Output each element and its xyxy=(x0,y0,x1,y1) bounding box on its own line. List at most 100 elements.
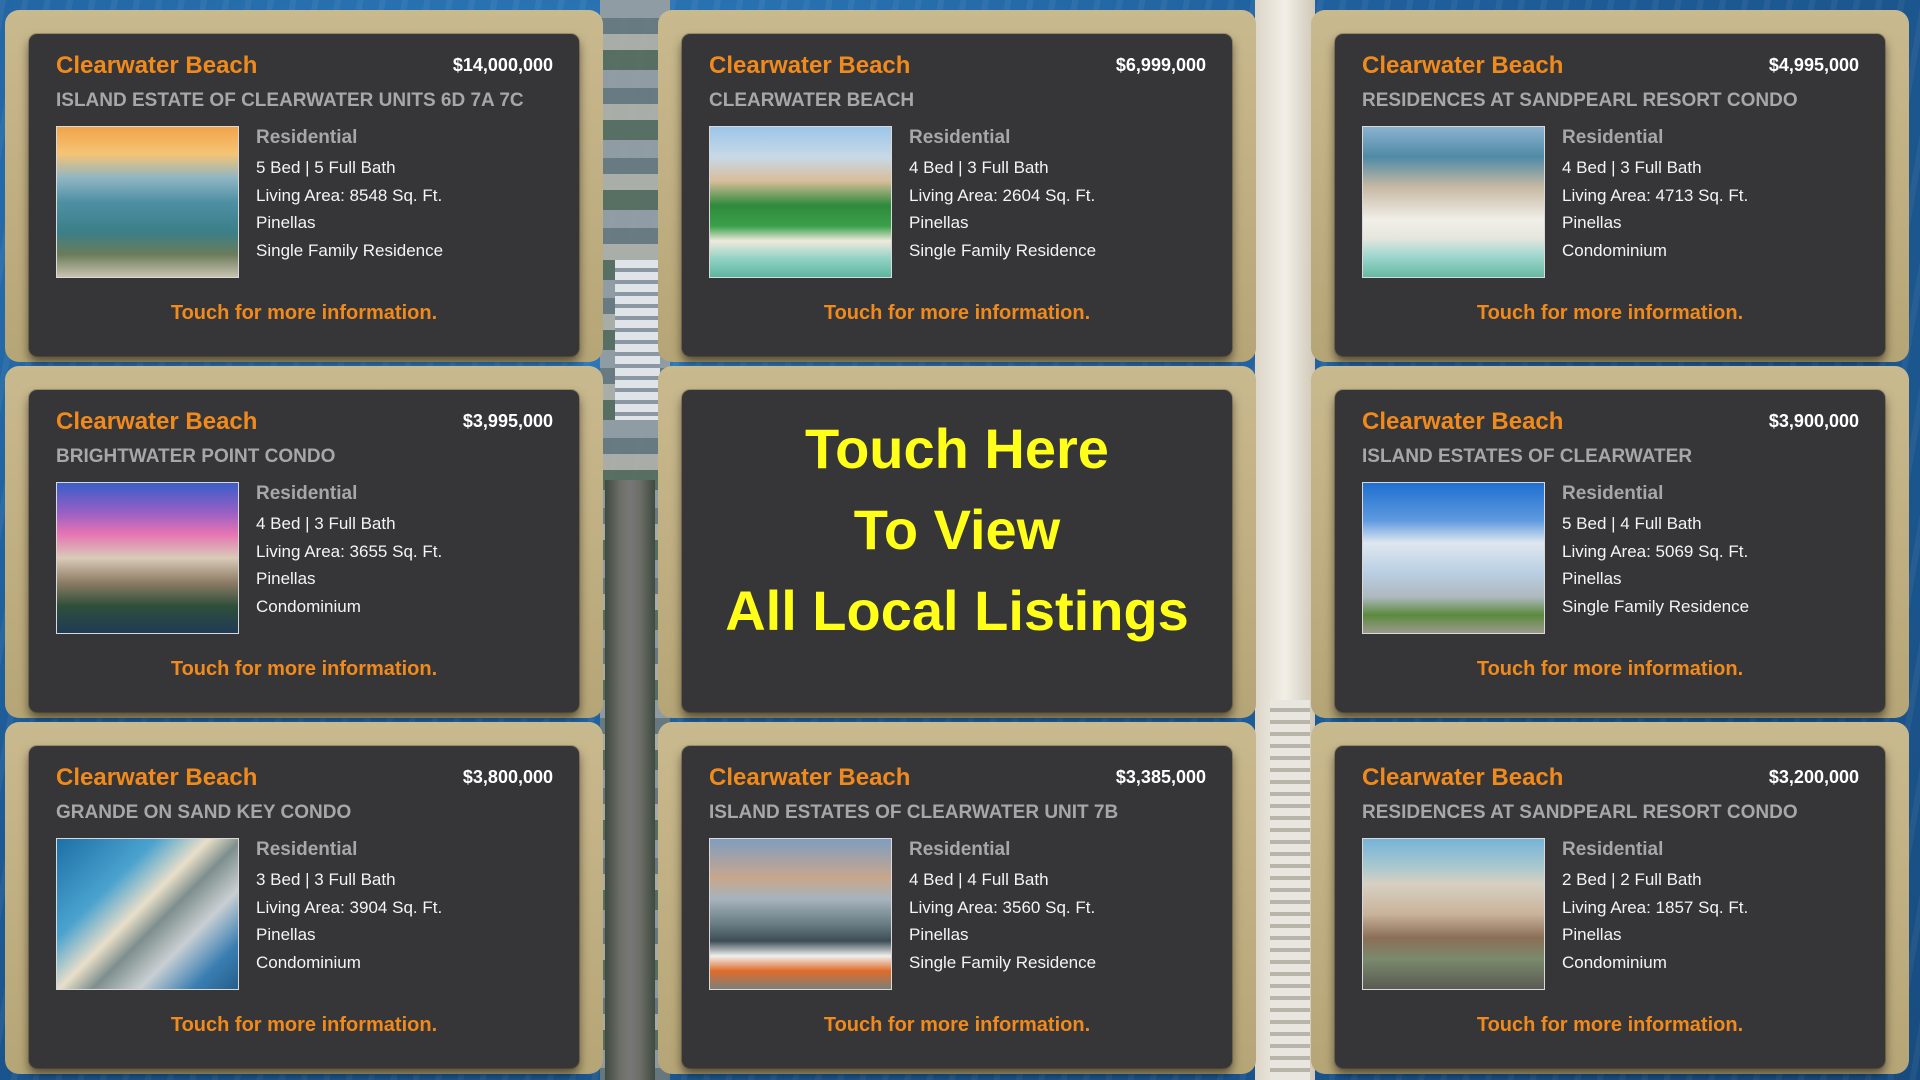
more-info-link[interactable]: Touch for more information. xyxy=(29,1014,579,1037)
listing-price: $3,900,000 xyxy=(1768,411,1859,431)
listing-living-area: Living Area: 3904 Sq. Ft. xyxy=(256,897,443,917)
listing-photo xyxy=(709,838,892,990)
listing-photo xyxy=(709,126,892,278)
listing-price: $4,995,000 xyxy=(1768,55,1859,75)
road-background xyxy=(605,480,655,1080)
listing-details: Residential 5 Bed | 4 Full Bath Living A… xyxy=(1562,482,1862,620)
listing-type: Residential xyxy=(256,127,358,148)
building-background xyxy=(615,260,660,420)
listing-photo xyxy=(1362,126,1545,278)
listing-subdivision: ISLAND ESTATE OF CLEARWATER UNITS 6D 7A … xyxy=(56,90,524,111)
more-info-link[interactable]: Touch for more information. xyxy=(1335,1014,1885,1037)
listing-property-type: Single Family Residence xyxy=(909,952,1097,972)
listing-subdivision: RESIDENCES AT SANDPEARL RESORT CONDO xyxy=(1362,802,1798,823)
listing-living-area: Living Area: 1857 Sq. Ft. xyxy=(1562,897,1749,917)
listing-card[interactable]: Clearwater Beach $3,900,000 ISLAND ESTAT… xyxy=(1311,366,1909,718)
view-all-listings-tile[interactable]: Touch Here To View All Local Listings xyxy=(658,366,1256,718)
listing-card[interactable]: Clearwater Beach $14,000,000 ISLAND ESTA… xyxy=(5,10,603,362)
listing-subdivision: CLEARWATER BEACH xyxy=(709,90,915,111)
listing-price: $3,800,000 xyxy=(462,767,553,787)
listing-subdivision: ISLAND ESTATES OF CLEARWATER UNIT 7B xyxy=(709,802,1119,823)
view-all-line-1: Touch Here xyxy=(805,417,1109,480)
more-info-link[interactable]: Touch for more information. xyxy=(682,1014,1232,1037)
listing-beds-baths: 4 Bed | 3 Full Bath xyxy=(909,158,1049,177)
tower-background xyxy=(1270,700,1310,1080)
listing-beds-baths: 2 Bed | 2 Full Bath xyxy=(1562,870,1702,889)
listing-photo xyxy=(56,482,239,634)
listing-details: Residential 5 Bed | 5 Full Bath Living A… xyxy=(256,126,556,264)
view-all-line-3: All Local Listings xyxy=(725,579,1189,642)
more-info-link[interactable]: Touch for more information. xyxy=(682,302,1232,325)
listing-city: Clearwater Beach xyxy=(709,764,911,791)
listing-beds-baths: 4 Bed | 3 Full Bath xyxy=(256,514,396,533)
listing-type: Residential xyxy=(909,839,1011,860)
listing-county: Pinellas xyxy=(909,213,969,232)
listing-beds-baths: 4 Bed | 4 Full Bath xyxy=(909,870,1049,889)
listing-details: Residential 4 Bed | 3 Full Bath Living A… xyxy=(256,482,556,620)
listing-photo xyxy=(56,126,239,278)
listing-photo xyxy=(1362,838,1545,990)
listing-living-area: Living Area: 3560 Sq. Ft. xyxy=(909,897,1096,917)
listing-living-area: Living Area: 5069 Sq. Ft. xyxy=(1562,541,1749,561)
listing-subdivision: BRIGHTWATER POINT CONDO xyxy=(56,446,336,467)
listing-price: $6,999,000 xyxy=(1115,55,1206,75)
listing-card[interactable]: Clearwater Beach $3,200,000 RESIDENCES A… xyxy=(1311,722,1909,1074)
listing-property-type: Single Family Residence xyxy=(1562,596,1750,616)
listing-price: $3,995,000 xyxy=(462,411,553,431)
listing-county: Pinellas xyxy=(256,213,316,232)
listing-photo xyxy=(56,838,239,990)
listing-type: Residential xyxy=(909,127,1011,148)
listing-details: Residential 4 Bed | 3 Full Bath Living A… xyxy=(909,126,1209,264)
listing-card[interactable]: Clearwater Beach $3,800,000 GRANDE ON SA… xyxy=(5,722,603,1074)
listing-beds-baths: 5 Bed | 4 Full Bath xyxy=(1562,514,1702,533)
listing-city: Clearwater Beach xyxy=(1362,408,1564,435)
listing-card[interactable]: Clearwater Beach $6,999,000 CLEARWATER B… xyxy=(658,10,1256,362)
listing-living-area: Living Area: 3655 Sq. Ft. xyxy=(256,541,443,561)
listing-city: Clearwater Beach xyxy=(709,52,911,79)
listing-county: Pinellas xyxy=(1562,569,1622,588)
view-all-line-2: To View xyxy=(853,498,1061,561)
listing-property-type: Condominium xyxy=(1562,240,1667,260)
listing-price: $3,385,000 xyxy=(1115,767,1206,787)
listing-subdivision: RESIDENCES AT SANDPEARL RESORT CONDO xyxy=(1362,90,1798,111)
listing-details: Residential 4 Bed | 3 Full Bath Living A… xyxy=(1562,126,1862,264)
listing-card[interactable]: Clearwater Beach $3,385,000 ISLAND ESTAT… xyxy=(658,722,1256,1074)
listing-county: Pinellas xyxy=(909,925,969,944)
more-info-link[interactable]: Touch for more information. xyxy=(29,658,579,681)
listing-card[interactable]: Clearwater Beach $3,995,000 BRIGHTWATER … xyxy=(5,366,603,718)
listing-subdivision: GRANDE ON SAND KEY CONDO xyxy=(56,802,352,823)
listing-photo xyxy=(1362,482,1545,634)
listing-details: Residential 4 Bed | 4 Full Bath Living A… xyxy=(909,838,1209,976)
view-all-listings-text[interactable]: Touch Here To View All Local Listings xyxy=(682,408,1232,651)
listing-subdivision: ISLAND ESTATES OF CLEARWATER xyxy=(1362,446,1693,467)
listing-type: Residential xyxy=(256,839,358,860)
listing-property-type: Single Family Residence xyxy=(909,240,1097,260)
listing-county: Pinellas xyxy=(256,925,316,944)
listing-beds-baths: 4 Bed | 3 Full Bath xyxy=(1562,158,1702,177)
listing-living-area: Living Area: 2604 Sq. Ft. xyxy=(909,185,1096,205)
listing-beds-baths: 3 Bed | 3 Full Bath xyxy=(256,870,396,889)
more-info-link[interactable]: Touch for more information. xyxy=(29,302,579,325)
listing-beds-baths: 5 Bed | 5 Full Bath xyxy=(256,158,396,177)
more-info-link[interactable]: Touch for more information. xyxy=(1335,302,1885,325)
listing-county: Pinellas xyxy=(1562,213,1622,232)
more-info-link[interactable]: Touch for more information. xyxy=(1335,658,1885,681)
listing-type: Residential xyxy=(1562,127,1664,148)
listing-city: Clearwater Beach xyxy=(56,52,258,79)
listing-living-area: Living Area: 8548 Sq. Ft. xyxy=(256,185,443,205)
listing-details: Residential 3 Bed | 3 Full Bath Living A… xyxy=(256,838,556,976)
listing-county: Pinellas xyxy=(1562,925,1622,944)
listing-county: Pinellas xyxy=(256,569,316,588)
listing-property-type: Condominium xyxy=(256,952,361,972)
listing-property-type: Condominium xyxy=(256,596,361,616)
listing-city: Clearwater Beach xyxy=(1362,52,1564,79)
listing-details: Residential 2 Bed | 2 Full Bath Living A… xyxy=(1562,838,1862,976)
listing-price: $14,000,000 xyxy=(452,55,553,75)
listing-city: Clearwater Beach xyxy=(56,408,258,435)
listing-price: $3,200,000 xyxy=(1768,767,1859,787)
listing-card[interactable]: Clearwater Beach $4,995,000 RESIDENCES A… xyxy=(1311,10,1909,362)
listing-city: Clearwater Beach xyxy=(56,764,258,791)
listing-living-area: Living Area: 4713 Sq. Ft. xyxy=(1562,185,1749,205)
listing-city: Clearwater Beach xyxy=(1362,764,1564,791)
listing-type: Residential xyxy=(1562,839,1664,860)
